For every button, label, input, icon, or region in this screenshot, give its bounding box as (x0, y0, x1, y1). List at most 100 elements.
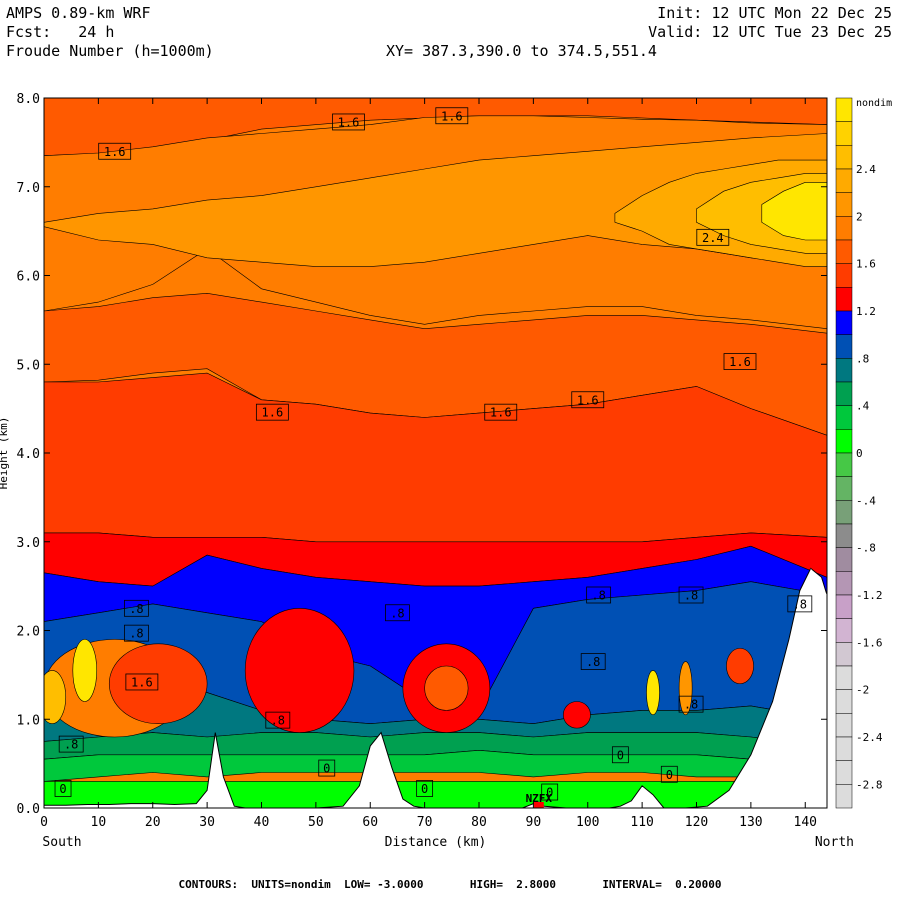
y-tick-label: 7.0 (17, 181, 40, 196)
colorbar-label: -.8 (856, 542, 876, 555)
colorbar-swatch (835, 287, 853, 312)
colorbar-swatch (835, 713, 853, 738)
y-tick-label: 1.0 (17, 713, 40, 728)
contour-label: 0 (546, 786, 553, 800)
x-tick-label: 20 (145, 815, 161, 830)
contour-label: .8 (684, 698, 698, 712)
contour-label: .8 (129, 602, 143, 616)
colorbar-swatch (835, 760, 853, 785)
contour-label: 0 (666, 768, 673, 782)
x-tick-label: 120 (685, 815, 708, 830)
colorbar-label: -2.4 (856, 731, 883, 744)
contour-label: 1.6 (441, 109, 463, 123)
contour-summary: CONTOURS: UNITS=nondim LOW= -3.0000 HIGH… (178, 878, 722, 891)
colorbar-label: -1.6 (856, 636, 883, 649)
colorbar-swatch (835, 594, 853, 619)
y-axis-title: Height (km) (0, 417, 10, 490)
colorbar-swatch (835, 736, 853, 761)
colorbar-label: 1.2 (856, 305, 876, 318)
contour-label: .8 (586, 655, 600, 669)
colorbar-label: -.4 (856, 494, 876, 507)
south-end-label: South (42, 835, 81, 850)
north-yellow-core (646, 670, 660, 716)
y-tick-label: 8.0 (17, 92, 40, 107)
colorbar-swatch (835, 310, 853, 335)
colorbar-swatch (835, 476, 853, 501)
colorbar: nondim 2.4 2 1.6 1.2 .8 .4 0 -.4 -.8 -1.2 -1.6 -2 -2.… (835, 97, 892, 809)
colorbar-swatch (835, 358, 853, 383)
contour-label: .8 (390, 606, 404, 620)
colorbar-swatch (835, 784, 853, 809)
colorbar-label: 2 (856, 210, 863, 223)
colorbar-swatch (835, 263, 853, 288)
contour-label: 1.6 (262, 406, 284, 420)
x-tick-label: 10 (91, 815, 107, 830)
colorbar-swatch (835, 665, 853, 690)
field-layer (44, 98, 827, 808)
north-end-label: North (815, 835, 854, 850)
colorbar-swatch (835, 642, 853, 667)
x-tick-label: 30 (199, 815, 215, 830)
colorbar-label: .4 (856, 400, 870, 413)
contour-label: .8 (684, 589, 698, 603)
y-tick-label: 6.0 (17, 270, 40, 285)
x-tick-label: 130 (739, 815, 762, 830)
y-tick-label: 5.0 (17, 358, 40, 373)
colorbar-swatch (835, 239, 853, 264)
colorbar-swatch (835, 547, 853, 572)
colorbar-swatch (835, 405, 853, 430)
colorbar-swatch (835, 452, 853, 477)
colorbar-label: -1.2 (856, 589, 883, 602)
contour-label: .8 (591, 589, 605, 603)
colorbar-swatch (835, 216, 853, 241)
colorbar-label: -2.8 (856, 778, 883, 791)
contour-label: 1.6 (577, 393, 599, 407)
contour-label: 1.6 (490, 406, 512, 420)
x-tick-label: 110 (630, 815, 653, 830)
contour-label: 1.6 (338, 115, 360, 129)
contour-label: .8 (793, 597, 807, 611)
colorbar-swatch (835, 523, 853, 548)
x-axis-title: Distance (km) (385, 835, 487, 850)
colorbar-swatch (835, 97, 853, 122)
froude-number-cross-section: NZFX1.61.6 1.62.41.61.6 1.61.6.8.8.8.8.8.8… (0, 92, 892, 850)
contour-label: 0 (59, 782, 66, 796)
y-tick-label: 3.0 (17, 536, 40, 551)
x-tick-label: 50 (308, 815, 324, 830)
colorbar-swatch (835, 121, 853, 146)
colorbar-swatch (835, 192, 853, 217)
contour-label: 2.4 (702, 231, 724, 245)
far-north-red-blob (726, 647, 754, 685)
colorbar-swatch (835, 571, 853, 596)
y-tick-label: 2.0 (17, 625, 40, 640)
contour-label: 1.6 (729, 355, 751, 369)
colorbar-label: 1.6 (856, 258, 876, 271)
colorbar-swatch (835, 500, 853, 525)
colorbar-swatch (835, 334, 853, 359)
x-tick-label: 60 (362, 815, 378, 830)
colorbar-swatch (835, 168, 853, 193)
contour-label: 1.6 (131, 675, 153, 689)
y-tick-label: 0.0 (17, 802, 40, 817)
colorbar-label: .8 (856, 352, 869, 365)
x-tick-label: 90 (526, 815, 542, 830)
x-tick-label: 0 (40, 815, 48, 830)
colorbar-label: 0 (856, 447, 863, 460)
x-tick-label: 70 (417, 815, 433, 830)
x-tick-label: 80 (471, 815, 487, 830)
x-tick-label: 140 (794, 815, 817, 830)
contour-label: 0 (323, 762, 330, 776)
colorbar-swatch (835, 618, 853, 643)
colorbar-swatch (835, 381, 853, 406)
south-yellow-core (72, 639, 98, 702)
x-tick-label: 100 (576, 815, 599, 830)
contour-label: 0 (617, 748, 624, 762)
colorbar-unit: nondim (856, 98, 892, 109)
contour-label: 1.6 (104, 145, 126, 159)
x-tick-label: 40 (254, 815, 270, 830)
centre-orange-blob (424, 665, 469, 711)
mid-red-blob (244, 608, 355, 733)
contour-label: 0 (421, 782, 428, 796)
y-tick-label: 4.0 (17, 447, 40, 462)
north-red-blob (562, 701, 591, 729)
